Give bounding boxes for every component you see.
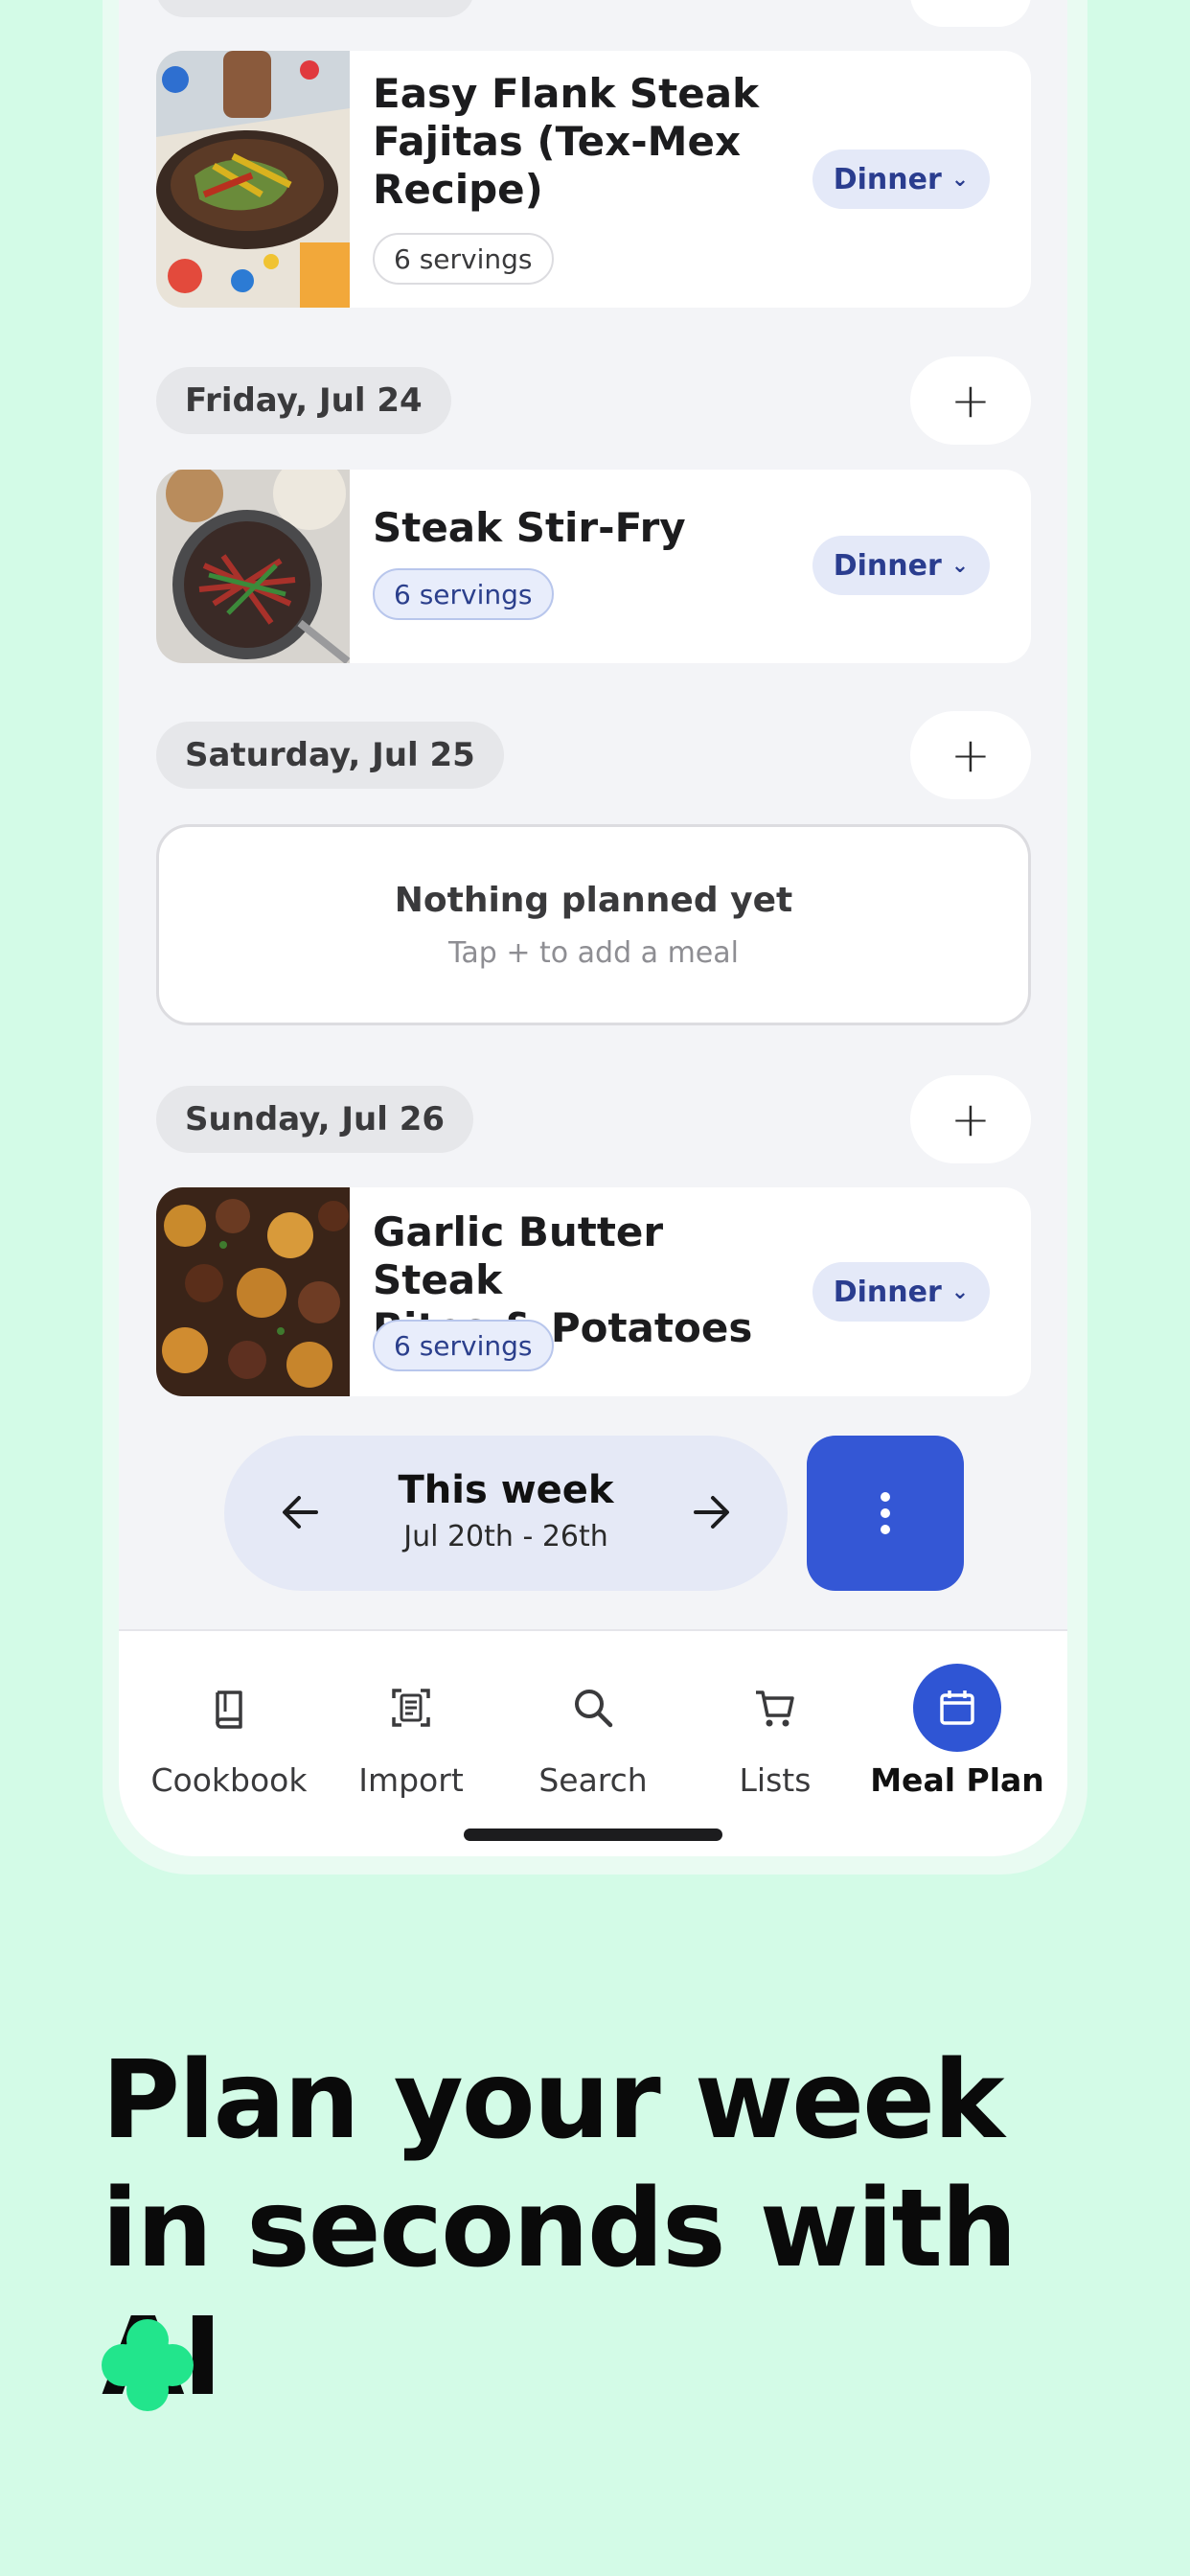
add-meal-button[interactable]: +: [910, 711, 1031, 799]
meal-type-label: Dinner: [833, 162, 942, 196]
home-indicator[interactable]: [464, 1828, 722, 1841]
nav-item-cookbook[interactable]: Cookbook: [138, 1664, 320, 1799]
cart-icon: [756, 1690, 794, 1727]
empty-subtitle: Tap + to add a meal: [448, 936, 739, 970]
more-options-button[interactable]: [807, 1436, 964, 1591]
nav-item-meal-plan[interactable]: Meal Plan: [866, 1664, 1048, 1799]
marketing-headline: Plan your week in seconds with AI: [102, 2038, 1018, 2420]
meal-image-stir-fry: [156, 470, 350, 663]
meal-card[interactable]: Easy Flank Steak Fajitas (Tex-Mex Recipe…: [156, 51, 1031, 308]
day-chip: Friday, Jul 24: [156, 367, 451, 434]
nav-label: Meal Plan: [870, 1761, 1044, 1799]
plus-icon: +: [950, 1092, 991, 1147]
sparkle-icon: [102, 2319, 194, 2411]
day-chip: Saturday, Jul 25: [156, 722, 504, 789]
bottom-navigation: Cookbook Import Search Lists Meal Plan: [119, 1629, 1067, 1856]
nav-label: Search: [538, 1761, 648, 1799]
servings-badge[interactable]: 6 servings: [373, 568, 554, 620]
empty-title: Nothing planned yet: [394, 881, 793, 920]
nav-item-search[interactable]: Search: [502, 1664, 684, 1799]
search-icon: [575, 1690, 613, 1728]
meal-type-dropdown[interactable]: Dinner ⌄: [812, 150, 990, 209]
nav-label: Cookbook: [150, 1761, 308, 1799]
week-navigator: This week Jul 20th - 26th: [224, 1436, 788, 1591]
add-meal-button[interactable]: +: [910, 356, 1031, 445]
nav-item-lists[interactable]: Lists: [684, 1664, 866, 1799]
chevron-down-icon: ⌄: [950, 553, 970, 578]
day-chip-partial: [156, 0, 474, 17]
nav-label: Import: [358, 1761, 464, 1799]
document-scan-icon: [392, 1689, 430, 1727]
day-chip: Sunday, Jul 26: [156, 1086, 474, 1153]
plus-icon: +: [950, 373, 991, 428]
empty-day-placeholder: Nothing planned yet Tap + to add a meal: [156, 824, 1031, 1025]
plus-icon: +: [950, 727, 991, 783]
add-meal-button-partial[interactable]: [910, 0, 1031, 27]
meal-type-label: Dinner: [833, 548, 942, 583]
arrow-right-icon[interactable]: [682, 1484, 740, 1541]
chevron-down-icon: ⌄: [950, 167, 970, 192]
meal-title: Steak Stir-Fry: [373, 504, 686, 551]
book-icon: [216, 1690, 242, 1729]
meal-title: Easy Flank Steak Fajitas (Tex-Mex Recipe…: [373, 70, 759, 213]
calendar-icon: [940, 1690, 974, 1725]
meal-type-dropdown[interactable]: Dinner ⌄: [812, 536, 990, 595]
meal-card[interactable]: Garlic Butter Steak Bites & Potatoes 6 s…: [156, 1187, 1031, 1396]
meal-type-label: Dinner: [833, 1275, 942, 1309]
more-vertical-icon: [881, 1492, 890, 1534]
add-meal-button[interactable]: +: [910, 1075, 1031, 1163]
servings-badge[interactable]: 6 servings: [373, 1320, 554, 1371]
chevron-down-icon: ⌄: [950, 1279, 970, 1304]
meal-card[interactable]: Steak Stir-Fry 6 servings Dinner ⌄: [156, 470, 1031, 663]
nav-item-import[interactable]: Import: [320, 1664, 502, 1799]
meal-type-dropdown[interactable]: Dinner ⌄: [812, 1262, 990, 1322]
servings-badge[interactable]: 6 servings: [373, 233, 554, 285]
meal-image-steak-bites: [156, 1187, 350, 1396]
meal-image-fajitas: [156, 51, 350, 308]
nav-label: Lists: [739, 1761, 812, 1799]
